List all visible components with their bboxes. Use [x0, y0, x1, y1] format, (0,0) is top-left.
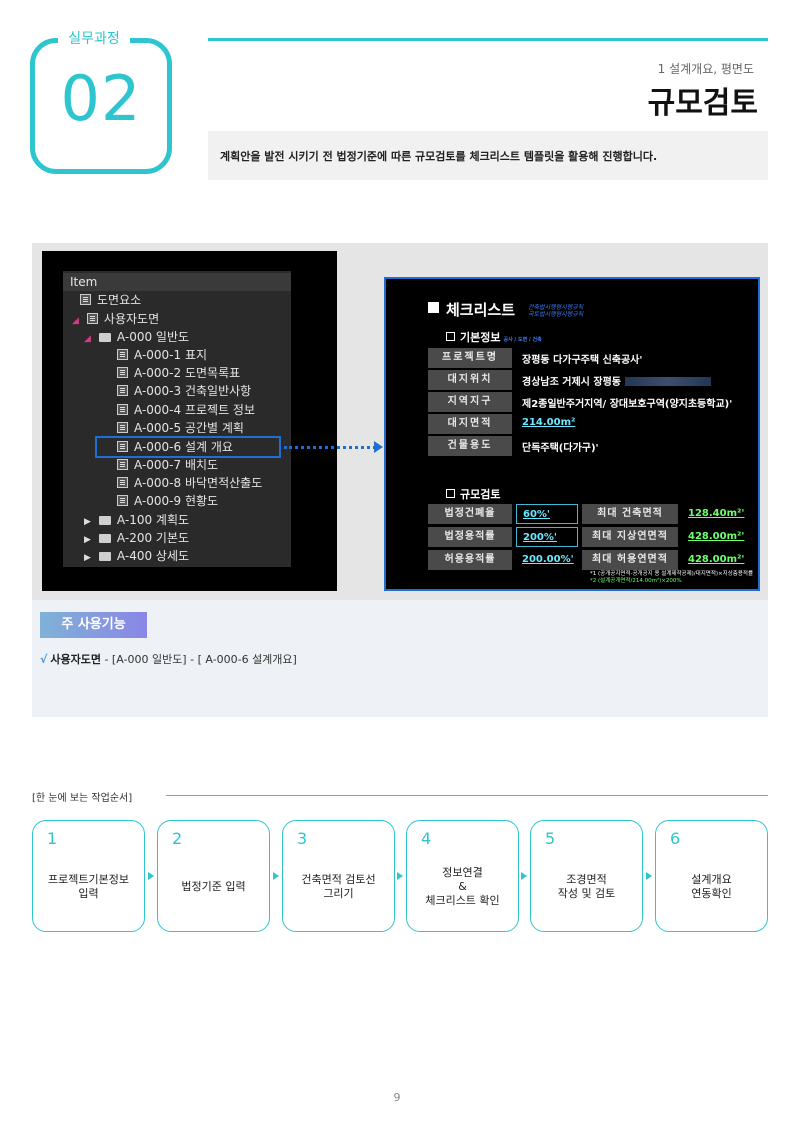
- tree-item[interactable]: A-000-8 바닥면적산출도: [117, 474, 262, 492]
- tree-item[interactable]: ◢ A-000 일반도: [84, 328, 189, 346]
- value-coverage: 60%': [516, 504, 578, 524]
- collapsed-triangle-icon: ▶: [84, 553, 91, 563]
- workflow-label: [한 눈에 보는 작업순서]: [32, 793, 133, 804]
- step-arrow-icon: [521, 872, 527, 880]
- folder-icon: [98, 552, 111, 561]
- label-far: 법정용적률: [428, 527, 512, 547]
- tree-item[interactable]: ▶ A-100 계획도: [84, 511, 189, 529]
- tree-item[interactable]: A-000-2 도면목록표: [117, 364, 240, 382]
- sheet-icon: [117, 422, 128, 433]
- chapter-badge-label: 실무과정: [58, 28, 130, 48]
- sheet-icon: [117, 477, 128, 488]
- page-number: 9: [393, 1091, 401, 1104]
- tree-header-label: Item: [70, 275, 98, 289]
- value-max-above-floor-area: 428.00m²': [688, 531, 745, 542]
- workflow-step: 1 프로젝트기본정보 입력: [32, 820, 145, 932]
- section-square-icon: [446, 332, 455, 341]
- tree-item[interactable]: 도면요소: [80, 291, 141, 309]
- label-zone: 지역지구: [428, 392, 512, 412]
- tree-item[interactable]: ◢ 사용자도면: [72, 310, 159, 328]
- folder-icon: [98, 534, 111, 543]
- value-zone: 제2종일반주거지역/ 장대보호구역(양지초등학교)': [522, 399, 733, 410]
- basic-info-section: 기본정보 공사 / 도면 / 건축: [446, 329, 542, 345]
- label-max-allowed-floor-area: 최대 허용연면적: [582, 550, 678, 570]
- value-use: 단독주택(다가구)': [522, 443, 599, 454]
- sheet-icon: [117, 459, 128, 470]
- layout-icon: [80, 294, 91, 305]
- intro-text: 계획안을 발전 시키기 전 법정기준에 따른 규모검토를 체크리스트 템플릿을 …: [220, 150, 658, 163]
- expanded-triangle-icon: ◢: [84, 334, 91, 344]
- label-allowed-far: 허용용적률: [428, 550, 512, 570]
- tree-item[interactable]: ▶ A-200 기본도: [84, 529, 189, 547]
- section-subtitle: 1 설계개요, 평면도: [657, 62, 754, 76]
- section-title: 규모검토: [647, 86, 758, 121]
- sheet-icon: [117, 367, 128, 378]
- step-arrow-icon: [273, 872, 279, 880]
- tree-item[interactable]: A-000-3 건축일반사항: [117, 382, 251, 400]
- feature-path: √ 사용자도면 - [A-000 일반도] - [ A-000-6 설계개요]: [40, 653, 297, 666]
- tree-item[interactable]: A-000-5 공간별 계획: [117, 419, 244, 437]
- section-square-icon: [446, 489, 455, 498]
- value-allowed-far: 200.00%': [522, 554, 574, 565]
- folder-icon: [98, 333, 111, 342]
- connector-arrow-icon: [374, 441, 383, 453]
- selection-highlight: [95, 436, 281, 458]
- checklist-title: 체크리스트: [446, 301, 516, 319]
- workflow-step: 5 조경면적 작성 및 검토: [530, 820, 643, 932]
- folder-icon: [98, 516, 111, 525]
- sheet-icon: [117, 495, 128, 506]
- tree-item[interactable]: A-000-4 프로젝트 정보: [117, 401, 255, 419]
- step-arrow-icon: [646, 872, 652, 880]
- chapter-number: 02: [60, 62, 142, 135]
- step-arrow-icon: [148, 872, 154, 880]
- workflow-rule: [166, 795, 768, 796]
- tree-item[interactable]: A-000-9 현황도: [117, 492, 218, 510]
- workflow-step: 6 설계개요 연동확인: [655, 820, 768, 932]
- label-site: 대지위치: [428, 370, 512, 390]
- workflow-step: 2 법정기준 입력: [157, 820, 270, 932]
- value-far: 200%': [516, 527, 578, 547]
- label-project: 프로젝트명: [428, 348, 512, 368]
- workflow-step: 4 정보연결 & 체크리스트 확인: [406, 820, 519, 932]
- label-max-building-area: 최대 건축면적: [582, 504, 678, 524]
- header-rule: [208, 38, 768, 41]
- tree-item[interactable]: A-000-7 배치도: [117, 456, 218, 474]
- label-max-above-floor-area: 최대 지상연면적: [582, 527, 678, 547]
- workflow-step: 3 건축면적 검토선 그리기: [282, 820, 395, 932]
- dotted-connector: [284, 446, 376, 449]
- title-square-icon: [428, 302, 439, 313]
- value-max-building-area: 128.40m²': [688, 508, 745, 519]
- sheet-icon: [117, 385, 128, 396]
- expanded-triangle-icon: ◢: [72, 316, 79, 326]
- value-max-allowed-floor-area: 428.00m²': [688, 554, 745, 565]
- checklist-footnote: *1 (공개공지면적-공개공지 용 설계제작공제)/대지면적)×지상층용적률 *2…: [590, 571, 753, 584]
- tree-item[interactable]: A-000-1 표지: [117, 346, 207, 364]
- scale-review-section: 규모검토: [446, 486, 500, 502]
- label-area: 대지면적: [428, 414, 512, 434]
- value-project: 장평동 다가구주택 신축공사': [522, 355, 643, 366]
- label-coverage: 법정건폐율: [428, 504, 512, 524]
- sheet-icon: [117, 349, 128, 360]
- label-use: 건물용도: [428, 436, 512, 456]
- sheet-icon: [86, 313, 98, 324]
- value-area: 214.00m²: [522, 417, 576, 428]
- tree-item[interactable]: ▶ A-400 상세도: [84, 547, 189, 565]
- main-feature-tag: 주 사용기능: [40, 612, 147, 638]
- sheet-icon: [117, 404, 128, 415]
- blurred-address: [624, 377, 711, 386]
- step-arrow-icon: [397, 872, 403, 880]
- checklist-title-note: 건축법시행령시행규칙 국토법시행령시행규칙: [528, 304, 584, 318]
- value-site: 경상남조 거제시 장평동: [522, 373, 711, 388]
- check-icon: √: [40, 653, 48, 666]
